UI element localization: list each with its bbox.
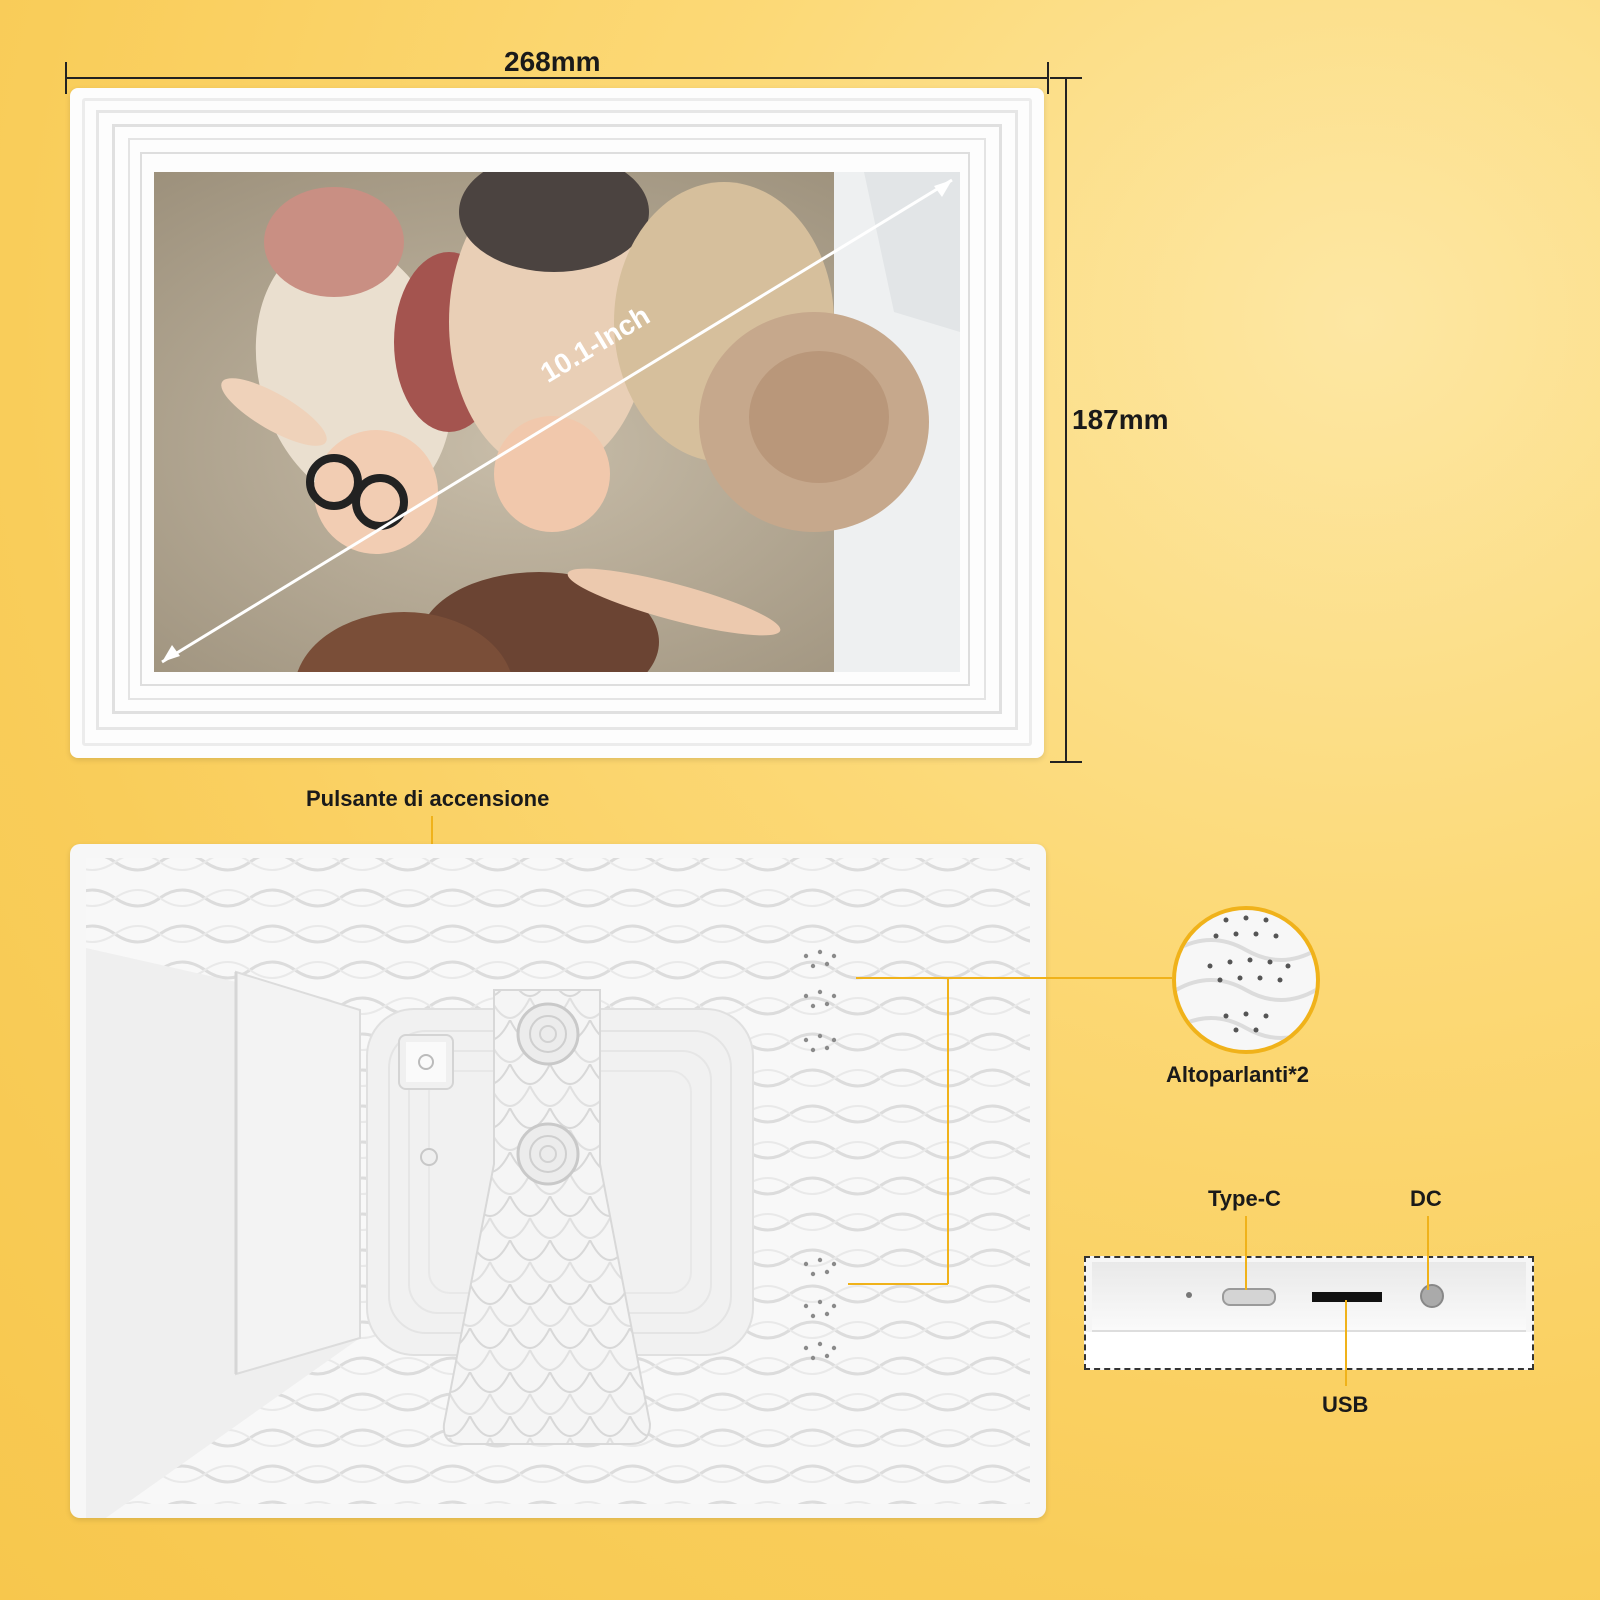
port-callout-lines bbox=[1245, 1216, 1429, 1386]
